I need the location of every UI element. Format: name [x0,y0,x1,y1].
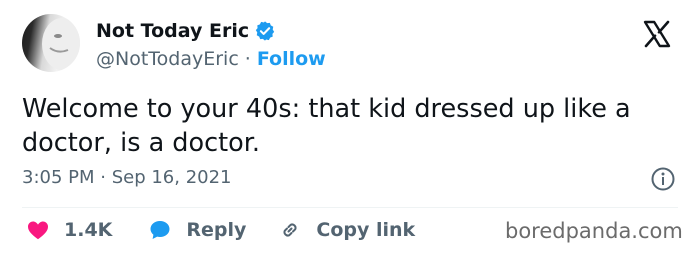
tweet-card: Not Today Eric @NotTodayEric · Follow We… [0,0,700,256]
author-handle-row: @NotTodayEric · Follow [96,47,326,71]
author-handle[interactable]: @NotTodayEric [96,47,239,71]
reply-label: Reply [186,219,247,241]
info-icon[interactable] [650,166,676,192]
reply-button[interactable]: Reply [148,218,246,242]
like-button[interactable]: 1.4K [26,218,112,242]
follow-button[interactable]: Follow [257,47,326,71]
separator-dot: · [244,48,251,70]
copy-link-label: Copy link [316,219,416,241]
tweet-timestamp[interactable]: 3:05 PM · Sep 16, 2021 [22,166,232,190]
like-count: 1.4K [64,219,113,241]
tweet-text: Welcome to your 40s: that kid dressed up… [22,94,631,158]
avatar[interactable] [22,14,80,72]
x-logo-icon[interactable] [642,19,672,49]
verified-badge-icon [255,21,275,41]
speech-bubble-icon [150,221,170,239]
divider [22,207,678,208]
action-bar: 1.4K Reply Copy link [26,216,415,244]
author-name-row: Not Today Eric [96,19,276,43]
watermark: boredpanda.com [505,219,683,243]
link-icon [283,223,297,237]
heart-icon [28,221,48,240]
copy-link-button[interactable]: Copy link [278,218,415,242]
author-display-name[interactable]: Not Today Eric [96,19,249,43]
